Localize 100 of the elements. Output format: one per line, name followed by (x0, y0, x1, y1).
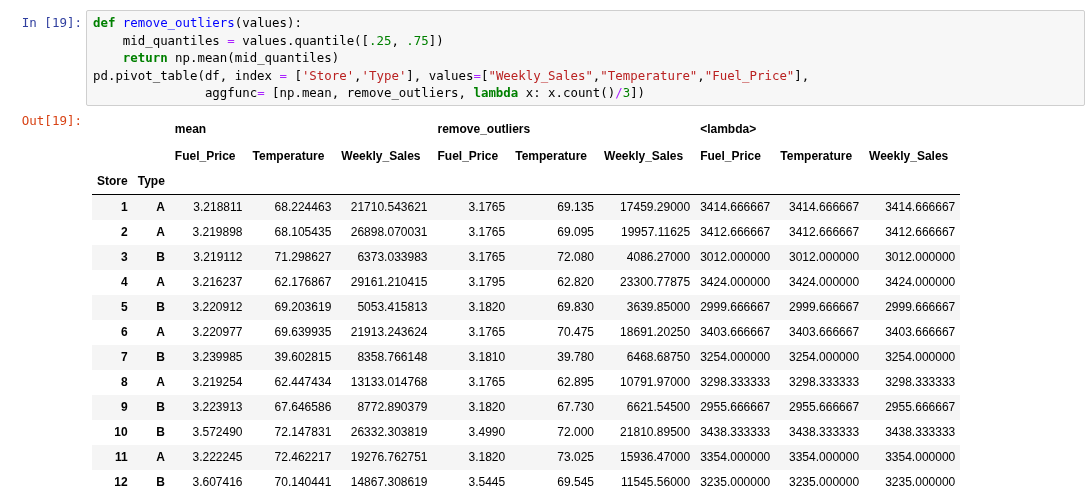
index-cell: 10 (114, 425, 128, 439)
column-header: Weekly_Sales (604, 149, 684, 163)
table-cell: 3.218811 (193, 200, 243, 214)
table-cell: 3012.000000 (885, 250, 956, 264)
code-line: def remove_outliers(values): (93, 14, 303, 32)
table-cell: 69.639935 (274, 325, 332, 339)
table-cell: 62.447434 (274, 375, 332, 389)
column-header: Fuel_Price (437, 149, 499, 163)
table-cell: 3.1820 (468, 450, 506, 464)
table-cell: 3.1820 (468, 300, 506, 314)
table-cell: 3438.333333 (700, 425, 771, 439)
table-cell: 3424.000000 (700, 275, 771, 289)
table-cell: 3.1795 (468, 275, 506, 289)
table-cell: 3235.000000 (700, 475, 771, 489)
code-line: pd.pivot_table(df, index = ['Store','Type'], values=["Weekly_Sales","Temperature","Fuel_Price"], (93, 66, 811, 84)
table-cell: 73.025 (557, 450, 594, 464)
table-cell: 3.607416 (192, 475, 243, 489)
index-header: Store (97, 174, 128, 188)
index-cell: 8 (121, 375, 128, 389)
table-cell: 67.730 (557, 400, 594, 414)
table-cell: 8358.766148 (357, 350, 428, 364)
table-cell: 3.239985 (192, 350, 243, 364)
table-cell: 3.1765 (468, 225, 506, 239)
code-line: mid_quantiles = values.quantile([.25, .75]) (121, 31, 445, 49)
table-cell: 8772.890379 (357, 400, 428, 414)
table-cell: 3.1810 (468, 350, 506, 364)
table-cell: 3254.000000 (885, 350, 956, 364)
table-cell: 3.216237 (192, 275, 243, 289)
table-cell: 21710.543621 (350, 200, 428, 214)
table-cell: 72.147831 (274, 425, 332, 439)
table-cell: 26898.070031 (350, 225, 428, 239)
table-cell: 69.545 (557, 475, 594, 489)
column-group-header: mean (174, 121, 207, 136)
table-cell: 3.219898 (192, 225, 243, 239)
index-cell: 12 (114, 475, 128, 489)
output-prompt: Out[19]: (20, 112, 83, 128)
index-cell: A (156, 200, 165, 214)
index-cell: 6 (121, 325, 128, 339)
column-group-header: <lambda> (700, 121, 757, 136)
table-cell: 70.140441 (274, 475, 332, 489)
table-cell: 6373.033983 (357, 250, 428, 264)
table-cell: 2999.666667 (700, 300, 771, 314)
table-cell: 3298.333333 (789, 375, 860, 389)
table-cell: 4086.27000 (626, 250, 691, 264)
column-header: Temperature (252, 149, 325, 163)
code-editor[interactable] (86, 10, 1085, 106)
table-cell: 3.220912 (192, 300, 243, 314)
table-cell: 13133.014768 (350, 375, 428, 389)
input-prompt: In [19]: (20, 14, 83, 30)
table-cell: 11545.56000 (621, 475, 691, 489)
table-cell: 3254.000000 (789, 350, 860, 364)
table-cell: 5053.415813 (357, 300, 428, 314)
table-cell: 69.135 (557, 200, 594, 214)
table-cell: 3403.666667 (885, 325, 956, 339)
index-cell: A (156, 375, 165, 389)
table-cell: 18691.20250 (620, 325, 691, 339)
table-cell: 3.219112 (193, 250, 243, 264)
table-cell: 3.220977 (192, 325, 243, 339)
index-cell: B (156, 400, 165, 414)
table-cell: 3254.000000 (700, 350, 771, 364)
table-cell: 3.219254 (192, 375, 243, 389)
table-cell: 14867.308619 (350, 475, 428, 489)
table-cell: 3403.666667 (789, 325, 860, 339)
table-cell: 3354.000000 (885, 450, 956, 464)
table-cell: 6621.54500 (626, 400, 691, 414)
table-cell: 3.5445 (468, 475, 506, 489)
table-cell: 3412.666667 (885, 225, 956, 239)
table-cell: 21810.89500 (620, 425, 691, 439)
table-cell: 70.475 (557, 325, 594, 339)
index-cell: 3 (121, 250, 128, 264)
table-cell: 19957.11625 (621, 225, 691, 239)
column-header: Fuel_Price (174, 149, 236, 163)
table-cell: 21913.243624 (350, 325, 428, 339)
table-cell: 3414.666667 (700, 200, 771, 214)
index-cell: B (156, 250, 165, 264)
table-cell: 3235.000000 (789, 475, 860, 489)
table-cell: 62.895 (557, 375, 594, 389)
table-cell: 19276.762751 (350, 450, 428, 464)
table-cell: 2955.666667 (700, 400, 771, 414)
index-cell: A (156, 225, 165, 239)
table-cell: 71.298627 (274, 250, 332, 264)
table-cell: 3424.000000 (789, 275, 860, 289)
table-cell: 3012.000000 (700, 250, 771, 264)
index-cell: A (156, 275, 165, 289)
table-cell: 3.1820 (468, 400, 506, 414)
table-cell: 26332.303819 (350, 425, 428, 439)
table-cell: 3354.000000 (700, 450, 771, 464)
table-cell: 68.224463 (274, 200, 332, 214)
table-cell: 39.780 (557, 350, 594, 364)
table-cell: 6468.68750 (626, 350, 691, 364)
table-cell: 62.820 (557, 275, 594, 289)
table-cell: 3438.333333 (885, 425, 956, 439)
table-cell: 69.830 (557, 300, 594, 314)
table-cell: 3.222245 (192, 450, 243, 464)
table-cell: 3.1765 (468, 325, 506, 339)
table-cell: 3.4990 (468, 425, 506, 439)
table-cell: 3414.666667 (885, 200, 956, 214)
column-header: Weekly_Sales (341, 149, 421, 163)
table-cell: 67.646586 (274, 400, 332, 414)
code-line: return np.mean(mid_quantiles) (121, 49, 341, 67)
